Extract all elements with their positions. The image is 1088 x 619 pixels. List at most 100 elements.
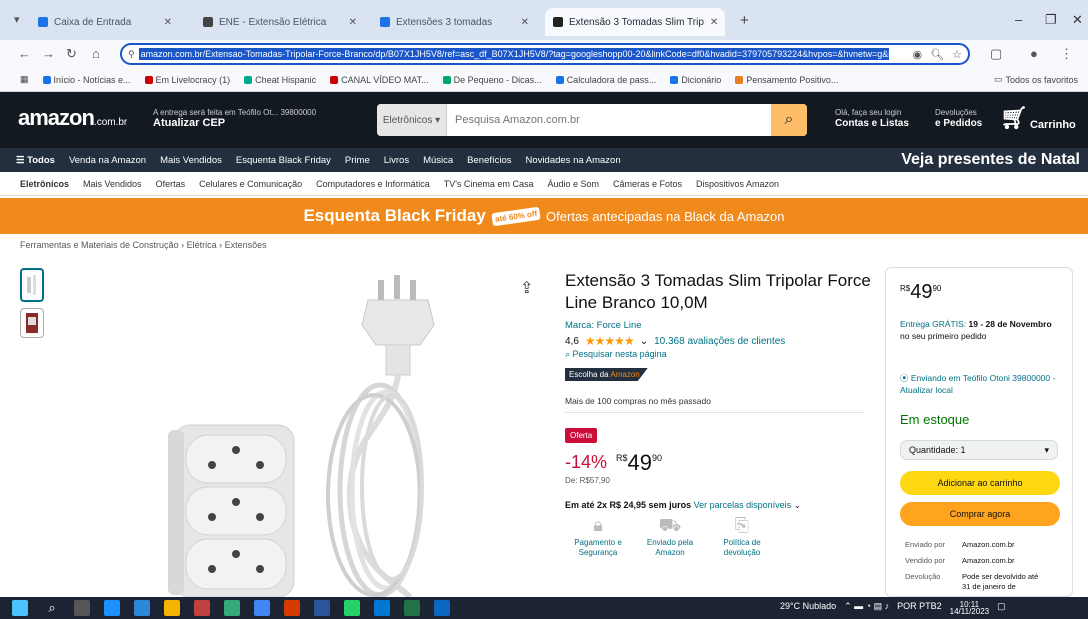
app-icon[interactable] (194, 600, 210, 616)
browser-tab-4[interactable]: Extensão 3 Tomadas Slim Trip ✕ (545, 8, 725, 36)
subnav-item[interactable]: Computadores e Informática (316, 179, 430, 189)
account-lists[interactable]: Olá, faça seu login Contas e Listas (835, 107, 909, 129)
bookmark-item[interactable]: De Pequeno - Dicas... (442, 75, 542, 85)
nav-item[interactable]: Benefícios (467, 155, 511, 166)
nav-item[interactable]: Esquenta Black Friday (236, 155, 331, 166)
excel-icon[interactable] (404, 600, 420, 616)
bookmark-item[interactable]: CANAL VÍDEO MAT... (330, 75, 429, 85)
subnav-item[interactable]: Mais Vendidos (83, 179, 142, 189)
chrome-icon[interactable] (254, 600, 270, 616)
subnav-item[interactable]: Dispositivos Amazon (696, 179, 779, 189)
search-input[interactable] (447, 104, 771, 136)
feature-payment[interactable]: 🔒︎ Pagamento e Segurança (568, 516, 628, 558)
amazon-logo[interactable]: amazon.com.br (18, 105, 127, 131)
lens-icon[interactable]: ◉ (913, 48, 923, 61)
reviews-link[interactable]: 10.368 avaliações de clientes (654, 336, 785, 347)
app-icon[interactable] (374, 600, 390, 616)
feature-returns[interactable]: ⎘ Política de devolução (712, 516, 772, 558)
nav-item[interactable]: Novidades na Amazon (526, 155, 621, 166)
nav-item[interactable]: Mais Vendidos (160, 155, 222, 166)
star-rating-icon[interactable]: ★★★★★ (585, 334, 635, 348)
site-info-icon[interactable]: ⚲ (128, 49, 135, 60)
bookmark-item[interactable]: Em Livelocracy (1) (144, 75, 230, 85)
nav-item[interactable]: Prime (345, 155, 370, 166)
delivery-location[interactable]: A entrega será feita em Teófilo Ot... 39… (153, 107, 316, 129)
subnav-item[interactable]: Eletrônicos (20, 179, 69, 189)
search-page-link[interactable]: ⌕ Pesquisar nesta página (565, 349, 667, 360)
edge-icon[interactable] (104, 600, 120, 616)
nav-item[interactable]: Música (423, 155, 453, 166)
maximize-icon[interactable]: ❐ (1045, 12, 1057, 28)
explorer-icon[interactable] (164, 600, 180, 616)
add-to-cart-button[interactable]: Adicionar ao carrinho (900, 471, 1060, 495)
app-icon[interactable] (434, 600, 450, 616)
black-friday-banner[interactable]: Esquenta Black Friday até 60% off Oferta… (0, 198, 1088, 234)
share-icon[interactable]: ⇪ (520, 278, 533, 298)
bookmark-item[interactable]: Início - Notícias e... (42, 75, 131, 85)
new-tab-icon[interactable]: + (740, 12, 749, 29)
whatsapp-icon[interactable] (344, 600, 360, 616)
tray-icons[interactable]: ⌃ ▬ ◔ ▤ ♪ (844, 601, 889, 615)
tab-search-icon[interactable]: ▾ (14, 13, 20, 26)
subnav-item[interactable]: TV's Cinema em Casa (444, 179, 534, 189)
profile-icon[interactable]: ● (1030, 46, 1038, 61)
language-indicator[interactable]: POR PTB2 (897, 601, 942, 615)
forward-icon[interactable]: → (42, 46, 55, 61)
task-view-icon[interactable] (74, 600, 90, 616)
thumbnail-1[interactable] (20, 268, 44, 302)
subnav-item[interactable]: Ofertas (156, 179, 186, 189)
zoom-icon[interactable]: 🔍︎ (930, 48, 944, 61)
store-icon[interactable] (134, 600, 150, 616)
reload-icon[interactable]: ↻ (66, 46, 77, 62)
address-bar[interactable]: ⚲ amazon.com.br/Extensao-Tomadas-Tripola… (120, 43, 970, 65)
nav-all[interactable]: ☰ Todos (16, 155, 55, 166)
close-icon[interactable]: ✕ (521, 17, 529, 28)
close-window-icon[interactable]: ✕ (1072, 12, 1083, 28)
minimize-icon[interactable]: – (1015, 12, 1022, 27)
cart-button[interactable]: 🛒︎ Carrinho (1000, 105, 1076, 131)
chevron-down-icon[interactable]: ⌄ (640, 336, 648, 347)
subnav-item[interactable]: Câmeras e Fotos (613, 179, 682, 189)
info-value[interactable]: Pode ser devolvido até 31 de janeiro de (962, 572, 1047, 592)
bookmark-item[interactable]: Pensamento Positivo... (735, 75, 838, 85)
close-icon[interactable]: ✕ (164, 17, 172, 28)
search-icon[interactable]: ⌕ (771, 104, 807, 136)
thumbnail-2[interactable] (20, 308, 44, 338)
installments-link[interactable]: Ver parcelas disponíveis (694, 500, 792, 510)
chevron-down-icon[interactable]: ⌄ (794, 500, 802, 510)
app-icon[interactable] (224, 600, 240, 616)
weather-widget[interactable]: 29°C Nublado (780, 601, 836, 615)
browser-tab-2[interactable]: ENE - Extensão Elétrica ✕ (195, 8, 365, 36)
all-bookmarks[interactable]: ▭ Todos os favoritos (994, 74, 1078, 85)
back-icon[interactable]: ← (18, 46, 31, 61)
close-icon[interactable]: ✕ (710, 17, 718, 28)
buy-now-button[interactable]: Comprar agora (900, 502, 1060, 526)
bookmark-item[interactable]: Dicionário (670, 75, 721, 85)
product-image[interactable] (150, 265, 510, 597)
brand-link[interactable]: Marca: Force Line (565, 320, 642, 331)
info-value[interactable]: Amazon.com.br (962, 556, 1047, 566)
quantity-select[interactable]: Quantidade: 1 ▾ (900, 440, 1058, 460)
nav-item[interactable]: Venda na Amazon (69, 155, 146, 166)
christmas-promo-link[interactable]: Veja presentes de Natal (901, 151, 1080, 169)
extensions-icon[interactable]: ⋮ (1060, 46, 1073, 62)
word-icon[interactable] (314, 600, 330, 616)
search-icon[interactable]: ⌕ (44, 600, 60, 616)
location-link[interactable]: ⦿ Enviando em Teófilo Otoni 39800000 - A… (900, 372, 1060, 396)
browser-tab-1[interactable]: Caixa de Entrada ✕ (30, 8, 180, 36)
browser-tab-3[interactable]: Extensões 3 tomadas ✕ (372, 8, 537, 36)
subnav-item[interactable]: Áudio e Som (547, 179, 599, 189)
bookmark-item[interactable]: Calculadora de pass... (555, 75, 656, 85)
bookmark-item[interactable]: Cheat Hispanic (244, 75, 316, 85)
feature-shipping[interactable]: ⛟ Enviado pela Amazon (640, 516, 700, 558)
clock[interactable]: 10:11 14/11/2023 (950, 601, 989, 616)
breadcrumb[interactable]: Ferramentas e Materiais de Construção › … (20, 240, 267, 250)
notification-icon[interactable]: ▢ (997, 601, 1006, 615)
search-category-select[interactable]: Eletrônicos ▾ (377, 104, 447, 136)
home-icon[interactable]: ⌂ (92, 46, 100, 61)
nav-item[interactable]: Livros (384, 155, 409, 166)
subnav-item[interactable]: Celulares e Comunicação (199, 179, 302, 189)
apps-icon[interactable]: ▦ (20, 74, 29, 85)
url-text[interactable]: amazon.com.br/Extensao-Tomadas-Tripolar-… (138, 48, 889, 60)
tab-search-window-icon[interactable]: ▢ (990, 46, 1002, 62)
